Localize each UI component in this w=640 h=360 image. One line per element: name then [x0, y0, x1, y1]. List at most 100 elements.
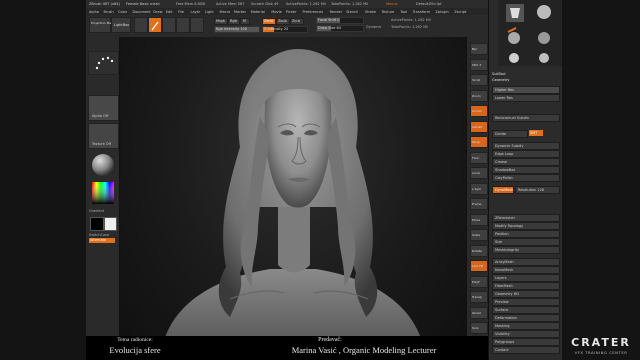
zcut-button[interactable]: Zcut — [290, 18, 304, 25]
rgb-button[interactable]: Rgb — [228, 18, 240, 25]
color-picker[interactable] — [88, 181, 117, 207]
alternate-button[interactable]: Alternate — [89, 238, 115, 243]
shelf-frame-button[interactable]: Frame — [470, 198, 488, 210]
deformation-button[interactable]: Deformation — [492, 314, 560, 322]
shelf-bpr-button[interactable]: Bpr — [470, 43, 488, 55]
nanomesh-button[interactable]: NanoMesh — [492, 266, 560, 274]
default-zscript[interactable]: DefaultZScript — [416, 2, 441, 6]
shelf-aahalf-button[interactable]: AAHalf — [470, 120, 488, 133]
dynamesh-button[interactable]: DynaMesh — [492, 186, 514, 194]
menu-texture[interactable]: Texture — [382, 10, 395, 14]
rotate-button[interactable] — [190, 17, 204, 33]
divide-button[interactable]: Divide — [492, 130, 528, 138]
shelf-persp-button[interactable]: Persp — [470, 136, 488, 148]
material-selector[interactable] — [88, 151, 119, 179]
texture-selector[interactable]: Texture Off — [88, 123, 119, 149]
shelf-spix-3-button[interactable]: SPix 3 — [470, 58, 488, 71]
menu-light[interactable]: Light — [205, 10, 214, 14]
menus-toggle[interactable]: Menus — [386, 2, 397, 6]
menu-color[interactable]: Color — [118, 10, 127, 14]
menu-picker[interactable]: Picker — [286, 10, 296, 14]
primary-color-swatch[interactable] — [104, 217, 117, 231]
menu-zscript[interactable]: Zscript — [454, 10, 466, 14]
preview-button[interactable]: Preview — [492, 298, 560, 306]
subtool-header[interactable]: SubTool — [492, 72, 505, 76]
menu-zplugin[interactable]: Zplugin — [436, 10, 449, 14]
menu-render[interactable]: Render — [330, 10, 342, 14]
meshintegrity-button[interactable]: MeshIntegrity — [492, 246, 560, 254]
contact-button[interactable]: Contact — [492, 346, 560, 354]
visibility-button[interactable]: Visibility — [492, 330, 560, 338]
menu-stroke[interactable]: Stroke — [365, 10, 376, 14]
edit-button[interactable] — [134, 17, 148, 33]
layers-button[interactable]: Layers — [492, 274, 560, 282]
edge-loop-button[interactable]: Edge Loop — [492, 150, 560, 158]
claypolish-button[interactable]: ClayPolish — [492, 174, 560, 182]
zsub-button[interactable]: Zsub — [276, 18, 290, 25]
arraymesh-button[interactable]: ArrayMesh — [492, 258, 560, 266]
menu-document[interactable]: Document — [133, 10, 151, 14]
position-button[interactable]: Position — [492, 230, 560, 238]
reconstruct-subdiv-button[interactable]: Reconstruct Subdiv — [492, 114, 560, 122]
surface-button[interactable]: Surface — [492, 306, 560, 314]
mrgb-button[interactable]: Mrgb — [214, 18, 228, 25]
move-button[interactable] — [162, 17, 176, 33]
draw-button[interactable] — [148, 17, 162, 33]
shelf-transp-button[interactable]: Transp — [470, 291, 488, 303]
menu-material[interactable]: Material — [251, 10, 265, 14]
focal-shift-slider[interactable]: Focal Shift 0 — [316, 17, 364, 24]
rgb-intensity-slider[interactable]: Rgb Intensity 100 — [214, 26, 260, 33]
alpha-selector[interactable]: Alpha Off — [88, 95, 119, 121]
menu-movie[interactable]: Movie — [271, 10, 281, 14]
menu-tool[interactable]: Tool — [400, 10, 407, 14]
switch-color-button[interactable]: SwitchColor — [89, 233, 110, 237]
shelf-solo-button[interactable]: Solo — [470, 322, 488, 334]
z-intensity-slider[interactable]: Z Intensity 25 — [262, 26, 308, 33]
dynamic-toggle[interactable]: Dynamic — [366, 25, 381, 29]
secondary-color-swatch[interactable] — [90, 217, 104, 231]
draw-size-slider[interactable]: Draw Size 64 — [316, 25, 364, 32]
zremesher-button[interactable]: ZRemesher — [492, 214, 560, 222]
shelf-scale-button[interactable]: Scale — [470, 229, 488, 241]
geometry-header[interactable]: Geometry — [492, 78, 509, 82]
canvas-viewport[interactable] — [120, 37, 466, 360]
menu-stencil[interactable]: Stencil — [346, 10, 358, 14]
lightbox-button[interactable]: LightBox — [111, 17, 131, 33]
shelf-actual-button[interactable]: Actual — [470, 105, 488, 117]
menu-brush[interactable]: Brush — [104, 10, 114, 14]
masking-button[interactable]: Masking — [492, 322, 560, 330]
shelf-zoom-button[interactable]: Zoom — [470, 89, 488, 102]
modify-topology-button[interactable]: Modify Topology — [492, 222, 560, 230]
menu-draw[interactable]: Draw — [153, 10, 162, 14]
stroke-selector[interactable] — [88, 51, 119, 75]
projection-master-button[interactable]: Projection Master — [89, 17, 117, 33]
menu-edit[interactable]: Edit — [166, 10, 173, 14]
menu-alpha[interactable]: Alpha — [89, 10, 99, 14]
shelf-scroll-button[interactable]: Scroll — [470, 74, 488, 86]
higher-res-button[interactable]: Higher Res — [492, 86, 560, 94]
lower-res-button[interactable]: Lower Res — [492, 94, 560, 102]
menu-layer[interactable]: Layer — [191, 10, 201, 14]
shelf-floor-button[interactable]: Floor — [470, 151, 488, 164]
shelf-move-button[interactable]: Move — [470, 213, 488, 226]
fibermesh-button[interactable]: FiberMesh — [492, 282, 560, 290]
zadd-button[interactable]: Zadd — [262, 18, 276, 25]
shelf-rotate-button[interactable]: Rotate — [470, 244, 488, 257]
polygroups-button[interactable]: Polygroups — [492, 338, 560, 346]
menu-preferences[interactable]: Preferences — [303, 10, 324, 14]
shelf-ghost-button[interactable]: Ghost — [470, 306, 488, 319]
scale-button[interactable] — [176, 17, 190, 33]
dynamic-subdiv-button[interactable]: Dynamic Subdiv — [492, 142, 560, 150]
menu-marker[interactable]: Marker — [234, 10, 246, 14]
size-button[interactable]: Size — [492, 238, 560, 246]
smt-toggle[interactable]: SMT — [529, 130, 543, 136]
menu-macro[interactable]: Macro — [220, 10, 231, 14]
dynamesh-resolution-slider[interactable]: Resolution 128 — [515, 186, 560, 194]
shelf-line-fill-button[interactable]: Line Fill — [470, 260, 488, 272]
menu-transform[interactable]: Transform — [413, 10, 430, 14]
shelf-polyf-button[interactable]: PolyF — [470, 275, 488, 288]
shelf-l-sym-button[interactable]: L.Sym — [470, 182, 488, 195]
gradient-label[interactable]: Gradient — [89, 209, 104, 213]
crease-button[interactable]: Crease — [492, 158, 560, 166]
m-button[interactable]: M — [240, 18, 250, 25]
